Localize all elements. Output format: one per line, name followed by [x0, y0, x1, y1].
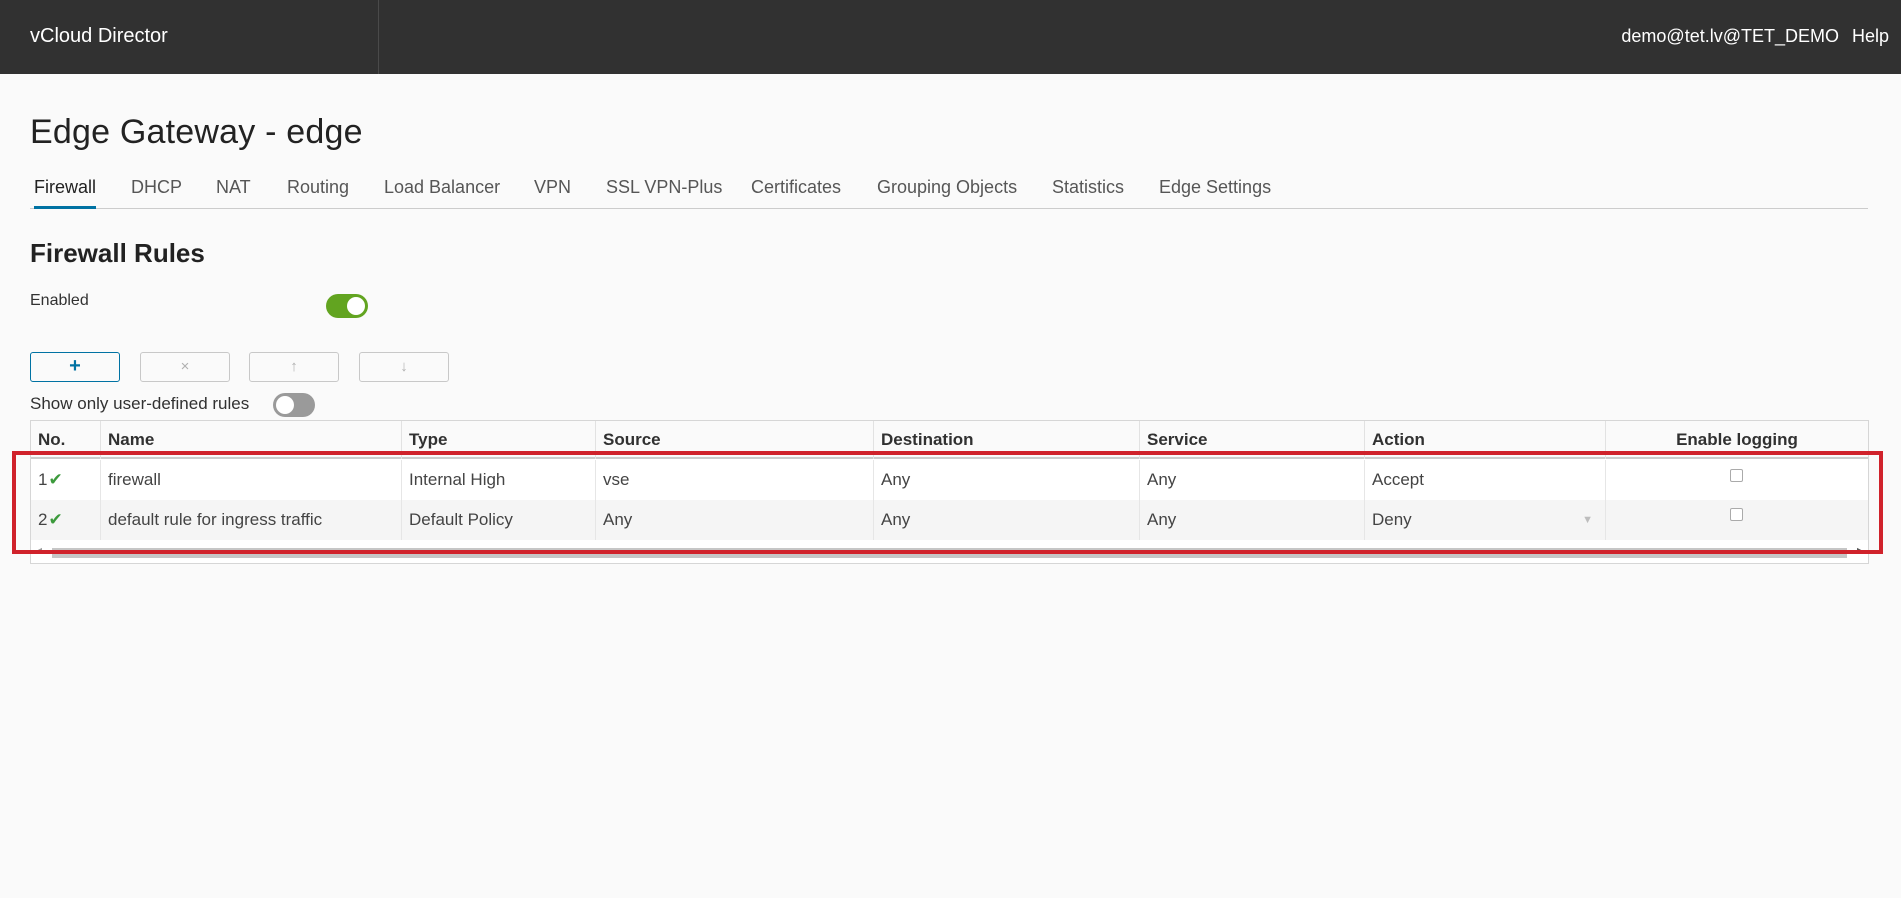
column-header-action[interactable]: Action — [1365, 421, 1606, 459]
scroll-right-icon[interactable]: ▸ — [1857, 545, 1862, 556]
rule-number-cell: 1✔ — [31, 460, 101, 500]
column-header-service[interactable]: Service — [1140, 421, 1365, 459]
check-icon: ✔ — [48, 470, 63, 489]
rule-source[interactable]: vse — [596, 460, 874, 500]
move-up-button[interactable]: ↑ — [249, 352, 339, 382]
user-defined-toggle[interactable] — [273, 393, 315, 417]
enabled-label: Enabled — [30, 292, 89, 309]
section-title: Firewall Rules — [30, 238, 205, 268]
logging-cell — [1606, 500, 1868, 540]
firewall-enabled-toggle[interactable] — [326, 294, 368, 318]
toggle-knob — [347, 297, 365, 315]
delete-rule-button[interactable]: × — [140, 352, 230, 382]
move-down-button[interactable]: ↓ — [359, 352, 449, 382]
rule-name[interactable]: default rule for ingress traffic — [101, 500, 402, 540]
tab-bar: Firewall DHCP NAT Routing Load Balancer … — [30, 172, 1868, 209]
column-header-type[interactable]: Type — [402, 421, 596, 459]
check-icon: ✔ — [48, 510, 63, 529]
table-row[interactable]: 1✔ firewall Internal High vse Any Any Ac… — [31, 460, 1868, 500]
rule-destination[interactable]: Any — [874, 460, 1140, 500]
add-rule-button[interactable]: + — [30, 352, 120, 382]
tab-statistics[interactable]: Statistics — [1052, 172, 1124, 209]
rule-type: Internal High — [402, 460, 596, 500]
column-header-name[interactable]: Name — [101, 421, 402, 459]
scroll-thumb[interactable] — [52, 548, 1847, 558]
tab-ssl-vpn-plus[interactable]: SSL VPN-Plus — [606, 172, 722, 209]
enable-logging-checkbox[interactable] — [1730, 508, 1743, 521]
topbar-divider — [378, 0, 379, 74]
chevron-down-icon[interactable]: ▼ — [1582, 500, 1593, 540]
enable-logging-checkbox[interactable] — [1730, 469, 1743, 482]
rule-number: 2 — [38, 510, 48, 529]
app-brand[interactable]: vCloud Director — [30, 0, 168, 74]
rule-type: Default Policy — [402, 500, 596, 540]
tab-grouping-objects[interactable]: Grouping Objects — [877, 172, 1017, 209]
tab-load-balancer[interactable]: Load Balancer — [384, 172, 500, 209]
rule-number: 1 — [38, 470, 48, 489]
user-menu[interactable]: demo@tet.lv@TET_DEMO — [1621, 0, 1839, 72]
rule-service[interactable]: Any — [1140, 460, 1365, 500]
help-link[interactable]: Help — [1852, 0, 1889, 72]
rule-name[interactable]: firewall — [101, 460, 402, 500]
rule-number-cell: 2✔ — [31, 500, 101, 540]
page-title: Edge Gateway - edge — [30, 113, 363, 151]
rule-action[interactable]: Accept — [1365, 460, 1606, 500]
column-header-destination[interactable]: Destination — [874, 421, 1140, 459]
tab-routing[interactable]: Routing — [287, 172, 349, 209]
column-header-no[interactable]: No. — [31, 421, 101, 459]
rules-table: No. Name Type Source Destination Service… — [30, 420, 1869, 564]
table-header: No. Name Type Source Destination Service… — [31, 421, 1868, 459]
horizontal-scrollbar[interactable]: ◂ ▸ — [31, 545, 1868, 559]
logging-cell — [1606, 460, 1868, 500]
rule-action-select[interactable]: Deny ▼ — [1365, 500, 1606, 540]
column-header-source[interactable]: Source — [596, 421, 874, 459]
tab-vpn[interactable]: VPN — [534, 172, 571, 209]
scroll-left-icon[interactable]: ◂ — [37, 545, 42, 556]
table-row[interactable]: 2✔ default rule for ingress traffic Defa… — [31, 500, 1868, 540]
user-defined-label: Show only user-defined rules — [30, 394, 250, 413]
tab-firewall[interactable]: Firewall — [34, 172, 97, 209]
tab-dhcp[interactable]: DHCP — [131, 172, 182, 209]
tab-nat[interactable]: NAT — [216, 172, 251, 209]
tab-certificates[interactable]: Certificates — [751, 172, 841, 209]
toggle-knob — [276, 396, 294, 414]
top-bar: vCloud Director demo@tet.lv@TET_DEMO Hel… — [0, 0, 1901, 74]
rule-service[interactable]: Any — [1140, 500, 1365, 540]
rule-action: Deny — [1372, 510, 1412, 529]
tab-edge-settings[interactable]: Edge Settings — [1159, 172, 1271, 209]
rule-source[interactable]: Any — [596, 500, 874, 540]
rule-destination[interactable]: Any — [874, 500, 1140, 540]
column-header-enable-logging[interactable]: Enable logging — [1606, 421, 1868, 459]
